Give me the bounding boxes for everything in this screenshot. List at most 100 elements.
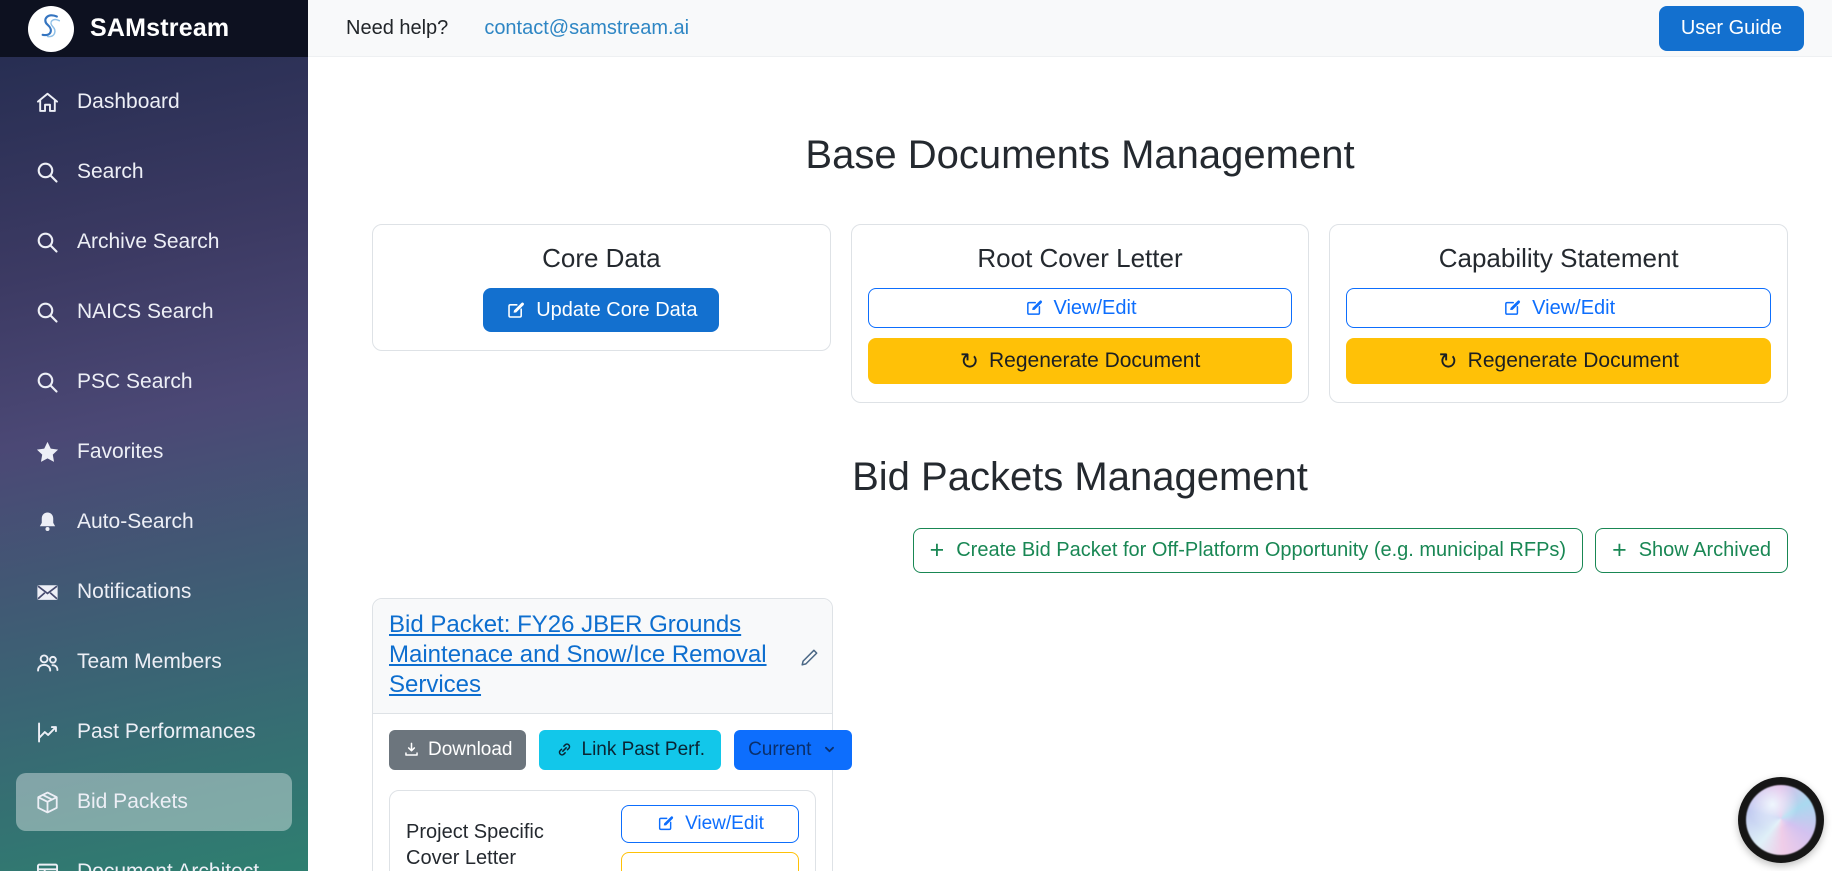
capability-statement-title: Capability Statement <box>1346 243 1771 274</box>
edit-packet-title-pencil-icon[interactable] <box>798 645 822 674</box>
bid-packet-header: Bid Packet: FY26 JBER Grounds Maintenace… <box>373 599 832 714</box>
sidebar-item-search[interactable]: Search <box>16 143 292 201</box>
bell-icon <box>34 509 61 536</box>
chevron-down-icon <box>821 741 838 758</box>
refresh-icon: ↻ <box>1438 350 1457 373</box>
envelope-icon <box>34 579 61 606</box>
search-icon <box>34 229 61 256</box>
people-icon <box>34 649 61 676</box>
sidebar-item-favorites[interactable]: Favorites <box>16 423 292 481</box>
download-icon <box>402 740 421 759</box>
update-core-data-button[interactable]: Update Core Data <box>483 288 719 332</box>
sidebar-item-past-performances[interactable]: Past Performances <box>16 703 292 761</box>
sidebar-item-label: Notifications <box>77 580 191 604</box>
capability-statement-view-edit-button[interactable]: View/Edit <box>1346 288 1771 328</box>
capability-statement-card: Capability Statement View/Edit ↻ Regener… <box>1329 224 1788 403</box>
root-cover-letter-regenerate-button[interactable]: ↻ Regenerate Document <box>868 338 1293 384</box>
box-icon <box>34 789 61 816</box>
swirl-icon <box>1746 785 1816 855</box>
search-icon <box>34 159 61 186</box>
sidebar-item-label: Past Performances <box>77 720 256 744</box>
project-doc-view-edit-button[interactable]: View/Edit <box>621 805 799 843</box>
pencil-square-icon <box>505 300 526 321</box>
sidebar-item-psc-search[interactable]: PSC Search <box>16 353 292 411</box>
plus-icon: + <box>930 538 945 563</box>
pencil-square-icon <box>1024 298 1044 318</box>
show-archived-label: Show Archived <box>1639 539 1771 562</box>
view-edit-label: View/Edit <box>1054 297 1137 320</box>
bid-packets-heading: Bid Packets Management <box>372 455 1788 500</box>
home-icon <box>34 89 61 116</box>
status-label: Current <box>748 739 811 761</box>
update-core-data-label: Update Core Data <box>536 299 697 322</box>
root-cover-letter-view-edit-button[interactable]: View/Edit <box>868 288 1293 328</box>
need-help-text: Need help? <box>346 17 448 40</box>
regenerate-label: Regenerate Document <box>1468 349 1679 373</box>
sidebar-item-label: Search <box>77 160 144 184</box>
sidebar-item-label: Team Members <box>77 650 222 674</box>
sidebar: SAMstream Dashboard Search Archive Searc <box>0 0 308 871</box>
bid-packet-title-link[interactable]: Bid Packet: FY26 JBER Grounds Maintenace… <box>389 611 767 698</box>
window-icon <box>34 859 61 871</box>
sidebar-header: SAMstream <box>0 0 308 57</box>
view-edit-label: View/Edit <box>1532 297 1615 320</box>
project-doc-label: Project Specific Cover Letter <box>406 805 556 871</box>
download-button[interactable]: Download <box>389 730 526 770</box>
link-icon <box>555 740 574 759</box>
project-doc-regenerate-button[interactable] <box>621 852 799 871</box>
plus-icon: + <box>1612 538 1627 563</box>
bid-packet-actions-row: + Create Bid Packet for Off-Platform Opp… <box>372 528 1788 573</box>
create-offplatform-bid-packet-button[interactable]: + Create Bid Packet for Off-Platform Opp… <box>913 528 1583 573</box>
sidebar-item-bid-packets[interactable]: Bid Packets <box>16 773 292 831</box>
pencil-square-icon <box>1502 298 1522 318</box>
show-archived-button[interactable]: + Show Archived <box>1595 528 1788 573</box>
assistant-swirl-badge[interactable] <box>1738 777 1824 863</box>
root-cover-letter-card: Root Cover Letter View/Edit ↻ Regenerate… <box>851 224 1310 403</box>
app-root: SAMstream Dashboard Search Archive Searc <box>0 0 1832 871</box>
sidebar-item-notifications[interactable]: Notifications <box>16 563 292 621</box>
sidebar-nav: Dashboard Search Archive Search NAICS Se… <box>0 57 308 871</box>
sidebar-item-team-members[interactable]: Team Members <box>16 633 292 691</box>
project-doc-card: Project Specific Cover Letter View/Edit <box>389 790 816 871</box>
sidebar-item-label: Dashboard <box>77 90 180 114</box>
base-documents-cards: Core Data Update Core Data Root Cover Le… <box>372 224 1788 403</box>
brand-name: SAMstream <box>90 14 229 43</box>
contact-email-link[interactable]: contact@samstream.ai <box>484 17 689 40</box>
core-data-card: Core Data Update Core Data <box>372 224 831 351</box>
view-edit-label: View/Edit <box>685 813 764 835</box>
sidebar-item-auto-search[interactable]: Auto-Search <box>16 493 292 551</box>
download-label: Download <box>428 739 513 761</box>
sidebar-item-label: Auto-Search <box>77 510 194 534</box>
search-icon <box>34 369 61 396</box>
regenerate-label: Regenerate Document <box>989 349 1200 373</box>
create-offplatform-label: Create Bid Packet for Off-Platform Oppor… <box>956 539 1566 562</box>
status-dropdown[interactable]: Current <box>734 730 852 770</box>
sidebar-item-label: PSC Search <box>77 370 193 394</box>
root-cover-letter-title: Root Cover Letter <box>868 243 1293 274</box>
search-icon <box>34 299 61 326</box>
samstream-logo-icon[interactable] <box>28 6 74 52</box>
link-past-perf-label: Link Past Perf. <box>582 739 706 761</box>
main-area: Need help? contact@samstream.ai User Gui… <box>308 0 1832 871</box>
pencil-square-icon <box>656 814 675 833</box>
sidebar-item-document-architect[interactable]: Document Architect <box>16 843 292 871</box>
sidebar-item-archive-search[interactable]: Archive Search <box>16 213 292 271</box>
bid-packet-buttons-row: Download Link Past Perf. Current <box>389 730 816 770</box>
content: Base Documents Management Core Data Upda… <box>308 57 1832 871</box>
project-doc-buttons: View/Edit <box>621 805 799 871</box>
refresh-icon: ↻ <box>960 350 979 373</box>
bid-packet-card: Bid Packet: FY26 JBER Grounds Maintenace… <box>372 598 833 871</box>
sidebar-item-label: Archive Search <box>77 230 219 254</box>
star-icon <box>34 439 61 466</box>
bid-packet-body: Download Link Past Perf. Current <box>373 714 832 871</box>
logo-s-swirl-icon <box>31 9 71 49</box>
sidebar-item-dashboard[interactable]: Dashboard <box>16 73 292 131</box>
sidebar-item-label: Bid Packets <box>77 790 188 814</box>
link-past-perf-button[interactable]: Link Past Perf. <box>539 730 722 770</box>
sidebar-item-label: NAICS Search <box>77 300 214 324</box>
sidebar-item-label: Favorites <box>77 440 163 464</box>
capability-statement-regenerate-button[interactable]: ↻ Regenerate Document <box>1346 338 1771 384</box>
sidebar-item-naics-search[interactable]: NAICS Search <box>16 283 292 341</box>
user-guide-button[interactable]: User Guide <box>1659 6 1804 51</box>
base-documents-heading: Base Documents Management <box>372 133 1788 178</box>
